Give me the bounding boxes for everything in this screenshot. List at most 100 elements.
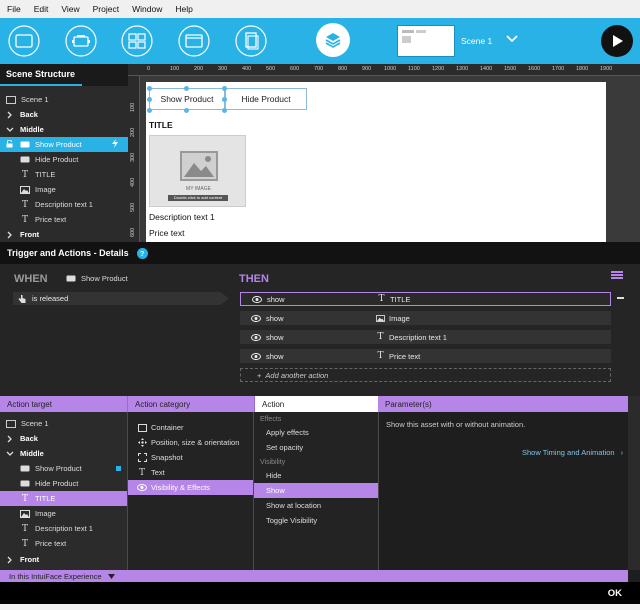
chevron-down-icon bbox=[6, 126, 14, 134]
action-row[interactable]: show T TITLE bbox=[240, 292, 611, 306]
action-category-header: Action category bbox=[127, 396, 254, 412]
layers-icon bbox=[325, 33, 341, 48]
category-visibility-effects[interactable]: Visibility & Effects bbox=[128, 480, 253, 495]
plus-icon: + bbox=[257, 370, 262, 380]
details-scrollbar[interactable] bbox=[628, 396, 640, 570]
category-container[interactable]: Container bbox=[128, 420, 253, 435]
tree-item-description[interactable]: T Description text 1 bbox=[0, 197, 128, 212]
resize-handle[interactable] bbox=[222, 97, 227, 102]
canvas-image-placeholder[interactable]: MY IMAGE Double-click to add content bbox=[149, 135, 246, 207]
menu-help[interactable]: Help bbox=[168, 0, 198, 18]
action-hide[interactable]: Hide bbox=[254, 468, 378, 483]
scene-preview: Show Product Hide Product TITLE MY IMAGE… bbox=[146, 82, 606, 242]
action-row[interactable]: show Image bbox=[240, 311, 611, 325]
ok-button[interactable]: OK bbox=[608, 588, 622, 599]
tree-layer-front[interactable]: Front bbox=[0, 227, 128, 242]
add-interface-asset-button[interactable] bbox=[64, 25, 98, 57]
tree-layer-back[interactable]: Back bbox=[0, 107, 128, 122]
tree-layer-middle[interactable]: Middle bbox=[0, 122, 128, 137]
target-label: Image bbox=[35, 509, 56, 518]
action-category-list: Container Position, size & orientation S… bbox=[128, 412, 254, 570]
target-item[interactable]: T Price text bbox=[0, 536, 127, 551]
chevron-down-icon bbox=[6, 450, 14, 458]
eye-icon bbox=[137, 483, 147, 492]
vertical-ruler: 100 200 300 400 500 600 bbox=[128, 76, 140, 242]
layers-button[interactable] bbox=[316, 23, 350, 57]
action-list-icon[interactable] bbox=[611, 270, 623, 280]
trigger-source-marker bbox=[116, 466, 121, 471]
target-layer-front[interactable]: Front bbox=[0, 552, 127, 567]
target-item[interactable]: Hide Product bbox=[0, 476, 127, 491]
category-snapshot[interactable]: Snapshot bbox=[128, 450, 253, 465]
add-window-button[interactable] bbox=[177, 25, 211, 57]
help-icon[interactable]: ? bbox=[136, 247, 148, 259]
action-show-at-location[interactable]: Show at location bbox=[254, 498, 378, 513]
ruler-label: 300 bbox=[218, 66, 228, 72]
action-show[interactable]: Show bbox=[254, 483, 378, 498]
action-row[interactable]: show T Description text 1 bbox=[240, 330, 611, 344]
scope-selector[interactable]: In this IntuiFace Experience bbox=[0, 570, 628, 582]
tree-item-hide-product[interactable]: Hide Product bbox=[0, 152, 128, 167]
tree-item-show-product[interactable]: Show Product bbox=[0, 137, 128, 152]
ruler-label: 300 bbox=[130, 152, 136, 162]
target-layer-back[interactable]: Back bbox=[0, 431, 127, 446]
design-canvas[interactable]: 0 100 200 300 400 500 600 700 800 900 10… bbox=[128, 64, 640, 242]
resize-handle[interactable] bbox=[184, 86, 189, 91]
target-item-selected[interactable]: T TITLE bbox=[0, 491, 127, 506]
scene-thumbnail[interactable] bbox=[397, 25, 455, 57]
target-layer-middle[interactable]: Middle bbox=[0, 446, 127, 461]
resize-handle[interactable] bbox=[147, 108, 152, 113]
action-apply-effects[interactable]: Apply effects bbox=[254, 425, 378, 440]
resize-handle[interactable] bbox=[222, 108, 227, 113]
tree-scene[interactable]: Scene 1 bbox=[0, 92, 128, 107]
ruler-label: 1300 bbox=[456, 66, 469, 72]
target-item[interactable]: Image bbox=[0, 506, 127, 521]
trigger-source-label: Show Product bbox=[81, 274, 128, 283]
remove-action-button[interactable] bbox=[617, 297, 624, 299]
menu-window[interactable]: Window bbox=[125, 0, 168, 18]
menu-view[interactable]: View bbox=[54, 0, 85, 18]
canvas-hide-product-button[interactable]: Hide Product bbox=[225, 88, 307, 110]
category-label: Snapshot bbox=[151, 453, 183, 462]
canvas-description-text[interactable]: Description text 1 bbox=[149, 212, 215, 222]
menu-file[interactable]: File bbox=[0, 0, 27, 18]
target-item[interactable]: Show Product bbox=[0, 461, 127, 476]
resize-handle[interactable] bbox=[147, 97, 152, 102]
canvas-title-text[interactable]: TITLE bbox=[149, 120, 173, 130]
resize-handle[interactable] bbox=[147, 86, 152, 91]
action-toggle-visibility[interactable]: Toggle Visibility bbox=[254, 513, 378, 528]
menu-edit[interactable]: Edit bbox=[27, 0, 55, 18]
canvas-price-text[interactable]: Price text bbox=[149, 228, 184, 238]
scene-icon bbox=[6, 95, 16, 104]
parameters-panel: Show this asset with or without animatio… bbox=[379, 412, 628, 570]
action-set-opacity[interactable]: Set opacity bbox=[254, 440, 378, 455]
add-collection-button[interactable] bbox=[120, 25, 154, 57]
target-scene[interactable]: Scene 1 bbox=[0, 416, 127, 431]
resize-handle[interactable] bbox=[184, 108, 189, 113]
menu-project[interactable]: Project bbox=[86, 0, 125, 18]
resize-handle[interactable] bbox=[222, 86, 227, 91]
image-icon bbox=[20, 185, 30, 194]
tree-item-price[interactable]: T Price text bbox=[0, 212, 128, 227]
target-label: Middle bbox=[20, 449, 44, 458]
action-target: Image bbox=[389, 313, 410, 323]
add-document-button[interactable] bbox=[234, 25, 268, 57]
ruler-label: 200 bbox=[130, 127, 136, 137]
trigger-source[interactable]: Show Product bbox=[66, 274, 128, 283]
action-row[interactable]: show T Price text bbox=[240, 349, 611, 363]
target-label: Back bbox=[20, 434, 38, 443]
tree-item-title[interactable]: T TITLE bbox=[0, 167, 128, 182]
add-action-button[interactable]: + Add another action bbox=[240, 368, 611, 382]
trigger-event[interactable]: is released bbox=[13, 292, 229, 305]
show-timing-link[interactable]: Show Timing and Animation › bbox=[522, 448, 623, 457]
category-text[interactable]: T Text bbox=[128, 465, 253, 480]
action-group-visibility: Visibility bbox=[260, 459, 286, 466]
scene-structure-title: Scene Structure bbox=[0, 64, 82, 86]
canvas-show-product-button[interactable]: Show Product bbox=[149, 88, 225, 110]
add-container-button[interactable] bbox=[7, 25, 41, 57]
play-button[interactable] bbox=[601, 25, 633, 57]
tree-item-image[interactable]: Image bbox=[0, 182, 128, 197]
category-position[interactable]: Position, size & orientation bbox=[128, 435, 253, 450]
scene-dropdown-button[interactable] bbox=[505, 32, 519, 46]
target-item[interactable]: T Description text 1 bbox=[0, 521, 127, 536]
